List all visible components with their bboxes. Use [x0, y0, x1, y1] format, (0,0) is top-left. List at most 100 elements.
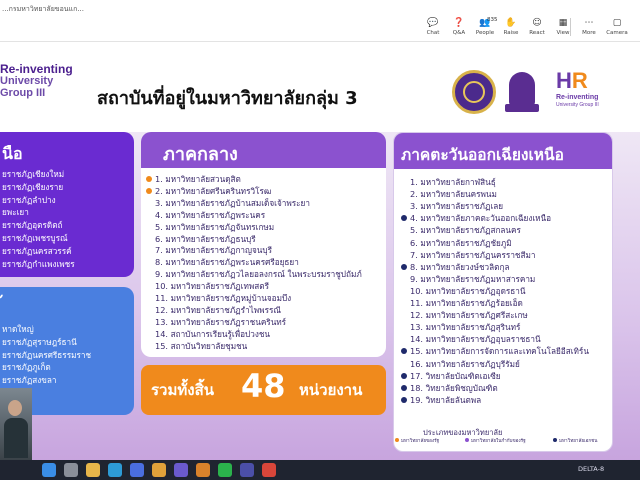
- list-item-label: 19. วิทยาลัยลันตพล: [410, 394, 482, 405]
- university-seal-icon: [452, 70, 496, 114]
- list-item: 6. มหาวิทยาลัยราชภัฏชัยภูมิ: [401, 238, 512, 249]
- list-item-label: 5. มหาวิทยาลัยราชภัฏจันทรเกษม: [155, 221, 275, 232]
- more-button[interactable]: ⋯ More: [576, 17, 602, 39]
- presenter-head: [8, 400, 22, 416]
- central-region-panel: ภาคกลาง 1. มหาวิทยาลัยสวนดุสิต 2. มหาวิทย…: [141, 132, 386, 357]
- more-label: More: [582, 30, 596, 36]
- list-item-label: 13. มหาวิทยาลัยราชภัฏราชนครินทร์: [155, 316, 287, 327]
- legend-dot-icon: [395, 438, 399, 442]
- list-item-label: 14. มหาวิทยาลัยราชภัฏอุบลราชธานี: [410, 334, 541, 345]
- qa-label: Q&A: [452, 30, 466, 36]
- list-item: 1. มหาวิทยาลัยกาฬสินธุ์: [401, 177, 496, 188]
- list-item: 12. มหาวิทยาลัยราชภัฏศรีสะเกษ: [401, 310, 528, 321]
- search-icon[interactable]: [64, 463, 78, 477]
- people-button[interactable]: 👥 835 People: [472, 17, 498, 39]
- type-dot-icon: [401, 372, 407, 379]
- list-item: ยราชภัฏอุตรดิตถ์: [2, 220, 63, 231]
- list-item-label: 5. มหาวิทยาลัยราชภัฏสกลนคร: [410, 225, 521, 236]
- legend-dot-icon: [553, 438, 557, 442]
- legend-item: มหาวิทยาลัยของรัฐ: [395, 438, 439, 445]
- list-item-label: 10. มหาวิทยาลัยราชภัฏอุดรธานี: [410, 285, 526, 296]
- react-button[interactable]: ☺ React: [524, 17, 550, 39]
- list-item-label: 9. มหาวิทยาลัยราชภัฏวไลยอลงกรณ์ ในพระบรม…: [155, 269, 362, 280]
- list-item-label: 16. มหาวิทยาลัยราชภัฏบุรีรัมย์: [410, 358, 520, 369]
- type-dot-icon: [401, 348, 407, 355]
- raise-hand-icon: ✋: [505, 18, 517, 28]
- qa-button[interactable]: ❓ Q&A: [446, 17, 472, 39]
- windows-taskbar: DELTA-8: [0, 460, 640, 480]
- teams-icon[interactable]: [174, 463, 188, 477]
- people-count: 835: [487, 17, 498, 23]
- list-item: 17. วิทยาลัยบัณฑิตเอเซีย: [401, 371, 501, 382]
- list-item: หาดใหญ่: [2, 324, 34, 334]
- list-item-label: 18. วิทยาลัยพิชญบัณฑิต: [410, 382, 498, 393]
- central-region-title: ภาคกลาง: [163, 144, 238, 165]
- list-item-label: 9. มหาวิทยาลัยราชภัฏมหาสารคาม: [410, 273, 536, 284]
- file-explorer-icon[interactable]: [86, 463, 100, 477]
- list-item: 8. มหาวิทยาลัยวงษ์ชวลิตกุล: [401, 262, 509, 273]
- list-item-label: 15. มหาวิทยาลัยการจัดการและเทคโนโลยีอีสเ…: [410, 346, 589, 357]
- list-item-label: 11. มหาวิทยาลัยราชภัฏหมู่บ้านจอมบึง: [155, 293, 292, 303]
- list-item: 13. มหาวิทยาลัยราชภัฏสุรินทร์: [401, 322, 520, 333]
- list-item: 6. มหาวิทยาลัยราชภัฏธนบุรี: [146, 234, 256, 245]
- list-item-label: 1. มหาวิทยาลัยสวนดุสิต: [155, 174, 241, 184]
- type-dot-icon: [401, 324, 407, 330]
- app-icon[interactable]: [240, 463, 254, 477]
- type-dot-icon: [401, 252, 407, 258]
- type-dot-icon: [401, 240, 407, 246]
- chrome-icon[interactable]: [152, 463, 166, 477]
- more-icon: ⋯: [584, 18, 594, 28]
- list-item: ยราชภัฏลำปาง: [2, 194, 56, 205]
- type-dot-icon: [401, 227, 407, 233]
- type-dot-icon: [401, 312, 407, 318]
- edge-browser-icon[interactable]: [108, 463, 122, 477]
- line-app-icon[interactable]: [218, 463, 232, 477]
- list-item: ยราชภัฏเชียงใหม่: [2, 169, 65, 179]
- type-dot-icon: [401, 203, 407, 209]
- list-item: ยราชภัฏนครสวรรค์: [2, 245, 72, 256]
- north-region-title: นือ: [2, 144, 23, 163]
- windows-start-icon[interactable]: [42, 463, 56, 477]
- type-dot-icon: [401, 179, 407, 185]
- camera-icon: ▢: [612, 18, 622, 28]
- presenter-body: [4, 418, 28, 458]
- react-label: React: [529, 30, 545, 36]
- view-button[interactable]: ▦ View: [550, 17, 576, 39]
- chat-button[interactable]: 💬 Chat: [420, 17, 446, 39]
- type-dot-icon: [401, 215, 407, 222]
- list-item: 2. มหาวิทยาลัยศรีนครินทรวิโรฒ: [146, 186, 271, 197]
- type-dot-icon: [146, 247, 152, 253]
- list-item: 7. มหาวิทยาลัยราชภัฏกาญจนบุรี: [146, 245, 272, 256]
- camera-button[interactable]: ▢ Camera: [604, 17, 630, 39]
- raise-button[interactable]: ✋ Raise: [498, 17, 524, 39]
- list-item: 15. มหาวิทยาลัยการจัดการและเทคโนโลยีอีสเ…: [401, 346, 589, 357]
- type-dot-icon: [146, 224, 152, 230]
- list-item: 8. มหาวิทยาลัยราชภัฏพระนครศรีอยุธยา: [146, 257, 299, 268]
- view-label: View: [556, 30, 570, 36]
- type-dot-icon: [401, 336, 407, 342]
- list-item: 16. มหาวิทยาลัยราชภัฏบุรีรัมย์: [401, 359, 520, 370]
- list-item: 9. มหาวิทยาลัยราชภัฏวไลยอลงกรณ์ ในพระบรม…: [146, 269, 362, 280]
- chrome-icon[interactable]: [262, 463, 276, 477]
- list-item: 3. มหาวิทยาลัยราชภัฏบ้านสมเด็จเจ้าพระยา: [146, 198, 310, 209]
- list-item-label: 2. มหาวิทยาลัยนครพนม: [410, 189, 497, 200]
- list-item-label: 3. มหาวิทยาลัยราชภัฏบ้านสมเด็จเจ้าพระยา: [155, 197, 310, 208]
- type-dot-icon: [146, 343, 152, 349]
- illustrator-icon[interactable]: [196, 463, 210, 477]
- list-item-label: 1. มหาวิทยาลัยกาฬสินธุ์: [410, 177, 496, 187]
- list-item: ยราชภัฏสุราษฎร์ธานี: [2, 336, 77, 347]
- type-dot-icon: [146, 271, 152, 277]
- list-item: 5. มหาวิทยาลัยราชภัฏสกลนคร: [401, 225, 521, 236]
- list-item: ยพะเยา: [2, 207, 29, 218]
- total-unit: หน่วยงาน: [299, 381, 363, 399]
- legend-item: มหาวิทยาลัยในกำกับของรัฐ: [465, 438, 526, 445]
- chat-icon: 💬: [427, 18, 439, 28]
- list-item: ยราชภัฏกำแพงเพชร: [2, 258, 75, 269]
- list-item: 11. มหาวิทยาลัยราชภัฏร้อยเอ็ด: [401, 298, 523, 309]
- type-dot-icon: [401, 396, 407, 403]
- chat-label: Chat: [426, 30, 440, 36]
- store-icon[interactable]: [130, 463, 144, 477]
- presenter-video-tile[interactable]: [0, 388, 32, 460]
- legend-label: มหาวิทยาลัยเอกชน: [559, 439, 598, 444]
- list-item: ยราชภัฏเชียงราย: [2, 181, 64, 192]
